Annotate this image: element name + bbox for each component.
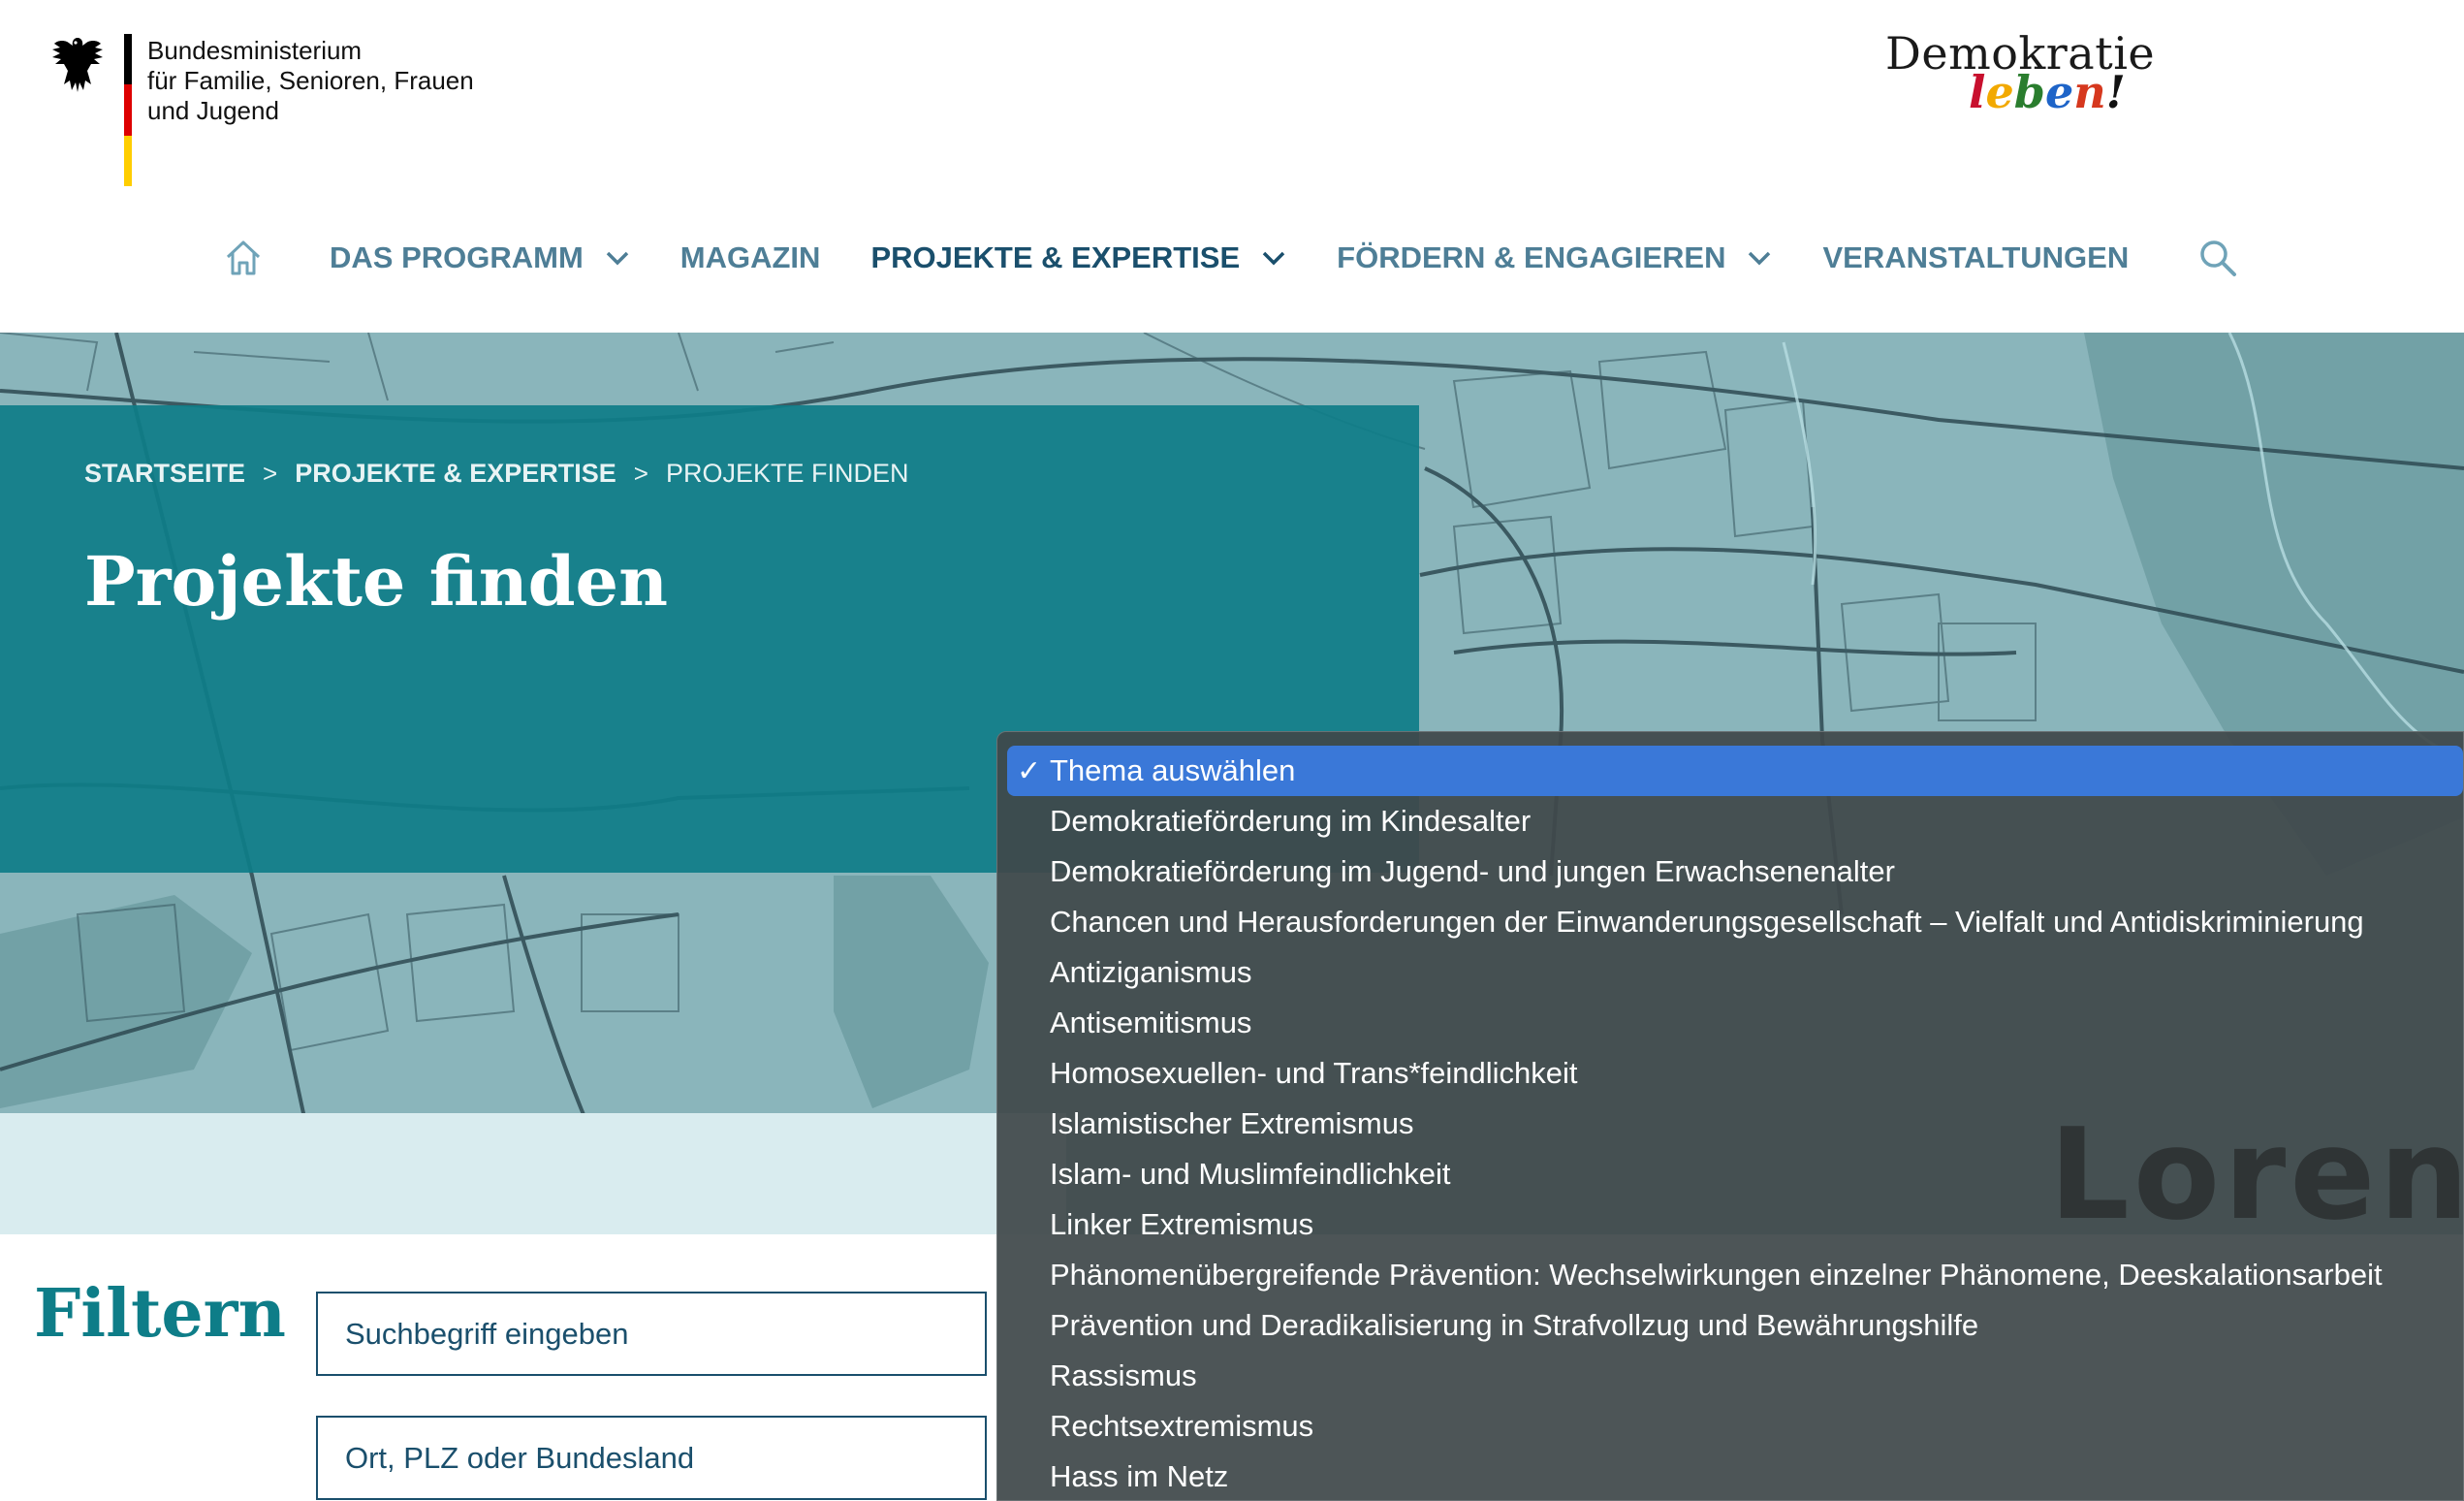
topic-select-dropdown[interactable]: Loren ✓ Thema auswählen Demokratieförderun… bbox=[996, 731, 2464, 1501]
topic-option-label: Homosexuellen- und Trans*feindlichkeit bbox=[1050, 1056, 1578, 1090]
topic-option-label: Islamistischer Extremismus bbox=[1050, 1106, 1414, 1140]
topic-option[interactable]: Islam- und Muslimfeindlichkeit bbox=[1007, 1149, 2463, 1199]
search-term-input[interactable]: Suchbegriff eingeben bbox=[316, 1292, 987, 1376]
nav-item-label: PROJEKTE & EXPERTISE bbox=[870, 240, 1241, 274]
page-title: Projekte finden bbox=[84, 541, 668, 622]
topic-option[interactable]: Islamistischer Extremismus bbox=[1007, 1099, 2463, 1149]
flag-stripe bbox=[124, 84, 132, 136]
nav-item-foerdern-engagieren[interactable]: FÖRDERN & ENGAGIEREN bbox=[1337, 240, 1772, 275]
filter-heading: Filtern bbox=[34, 1275, 286, 1353]
topic-option[interactable]: Antiziganismus bbox=[1007, 947, 2463, 998]
federal-eagle-icon bbox=[52, 38, 103, 92]
checkmark-icon: ✓ bbox=[1017, 754, 1042, 787]
topic-option[interactable]: Homosexuellen- und Trans*feindlichkeit bbox=[1007, 1048, 2463, 1099]
home-icon[interactable] bbox=[223, 238, 264, 278]
topic-option[interactable]: Prävention und Deradikalisierung in Stra… bbox=[1007, 1300, 2463, 1351]
location-placeholder: Ort, PLZ oder Bundesland bbox=[345, 1440, 695, 1475]
chevron-down-icon bbox=[1262, 251, 1285, 266]
breadcrumb-item-current: PROJEKTE FINDEN bbox=[665, 459, 909, 488]
main-navigation: DAS PROGRAMM MAGAZIN PROJEKTE & EXPERTIS… bbox=[223, 231, 2237, 285]
ministry-line: und Jugend bbox=[147, 96, 279, 125]
topic-option[interactable]: Demokratieförderung im Jugend- und junge… bbox=[1007, 846, 2463, 897]
breadcrumb-item-startseite[interactable]: STARTSEITE bbox=[84, 459, 245, 489]
topic-option-label: Prävention und Deradikalisierung in Stra… bbox=[1050, 1308, 1979, 1342]
topic-option-label: Phänomenübergreifende Prävention: Wechse… bbox=[1050, 1258, 2383, 1292]
search-icon[interactable] bbox=[2198, 239, 2237, 277]
nav-item-label: MAGAZIN bbox=[679, 240, 821, 274]
topic-option[interactable]: Hass im Netz bbox=[1007, 1452, 2463, 1500]
chevron-down-icon bbox=[1749, 251, 1771, 266]
topic-option-label: Linker Extremismus bbox=[1050, 1207, 1314, 1241]
topic-option[interactable]: Chancen und Herausforderungen der Einwan… bbox=[1007, 897, 2463, 947]
topic-option[interactable]: Rechtsextremismus bbox=[1007, 1401, 2463, 1452]
flag-stripe bbox=[124, 135, 132, 186]
torn-paper-edge bbox=[0, 1113, 1066, 1234]
flag-stripe bbox=[124, 34, 132, 85]
topic-option[interactable]: Rassismus bbox=[1007, 1351, 2463, 1401]
demokratie-leben-logo[interactable]: Demokratie leben! bbox=[1885, 27, 2155, 118]
search-term-placeholder: Suchbegriff eingeben bbox=[345, 1316, 629, 1351]
topic-option-list: ✓ Thema auswählen Demokratieförderung im K… bbox=[1007, 746, 2463, 1500]
topic-option-label: Thema auswählen bbox=[1050, 753, 1296, 787]
nav-item-label: FÖRDERN & ENGAGIEREN bbox=[1337, 240, 1726, 274]
nav-item-label: DAS PROGRAMM bbox=[330, 240, 584, 274]
topic-option[interactable]: Linker Extremismus bbox=[1007, 1199, 2463, 1250]
topic-option[interactable]: Phänomenübergreifende Prävention: Wechse… bbox=[1007, 1250, 2463, 1300]
breadcrumb-separator: > bbox=[633, 459, 648, 488]
breadcrumb: STARTSEITE > PROJEKTE & EXPERTISE > PROJ… bbox=[84, 459, 909, 489]
topic-option-label: Demokratieförderung im Jugend- und junge… bbox=[1050, 854, 1895, 888]
chevron-down-icon bbox=[606, 251, 629, 266]
topic-option-label: Rechtsextremismus bbox=[1050, 1409, 1314, 1443]
topic-option-label: Chancen und Herausforderungen der Einwan… bbox=[1050, 905, 2364, 939]
logo-letter: n bbox=[2073, 66, 2106, 118]
topic-option-label: Antisemitismus bbox=[1050, 1006, 1252, 1039]
ministry-name: Bundesministerium für Familie, Senioren,… bbox=[147, 34, 474, 186]
nav-item-veranstaltungen[interactable]: VERANSTALTUNGEN bbox=[1822, 240, 2129, 275]
topic-option[interactable]: ✓ Thema auswählen bbox=[1007, 746, 2463, 796]
topic-option[interactable]: Antisemitismus bbox=[1007, 998, 2463, 1048]
nav-item-projekte-expertise[interactable]: PROJEKTE & EXPERTISE bbox=[870, 240, 1286, 275]
ministry-line: für Familie, Senioren, Frauen bbox=[147, 66, 474, 95]
logo-letter: e bbox=[2044, 66, 2074, 118]
ministry-line: Bundesministerium bbox=[147, 36, 363, 65]
logo-letter: e bbox=[1985, 66, 2014, 118]
topic-option-label: Hass im Netz bbox=[1050, 1459, 1229, 1493]
logo-letter: ! bbox=[2105, 66, 2126, 118]
logo-letter: b bbox=[2013, 66, 2045, 118]
logo-word-leben: leben! bbox=[1969, 66, 2137, 118]
topic-option-label: Islam- und Muslimfeindlichkeit bbox=[1050, 1157, 1451, 1191]
nav-item-label: VERANSTALTUNGEN bbox=[1822, 240, 2130, 274]
breadcrumb-separator: > bbox=[263, 459, 278, 488]
ministry-brand[interactable]: Bundesministerium für Familie, Senioren,… bbox=[48, 34, 474, 186]
nav-item-magazin[interactable]: MAGAZIN bbox=[680, 240, 821, 275]
topic-option[interactable]: Demokratieförderung im Kindesalter bbox=[1007, 796, 2463, 846]
topic-option-label: Rassismus bbox=[1050, 1358, 1197, 1392]
nav-item-das-programm[interactable]: DAS PROGRAMM bbox=[330, 240, 630, 275]
german-flag-bar bbox=[124, 34, 132, 186]
logo-letter: l bbox=[1969, 66, 1986, 118]
location-input[interactable]: Ort, PLZ oder Bundesland bbox=[316, 1416, 987, 1500]
topic-option-label: Demokratieförderung im Kindesalter bbox=[1050, 804, 1532, 838]
breadcrumb-item-projekte-expertise[interactable]: PROJEKTE & EXPERTISE bbox=[295, 459, 616, 489]
topic-option-label: Antiziganismus bbox=[1050, 955, 1252, 989]
